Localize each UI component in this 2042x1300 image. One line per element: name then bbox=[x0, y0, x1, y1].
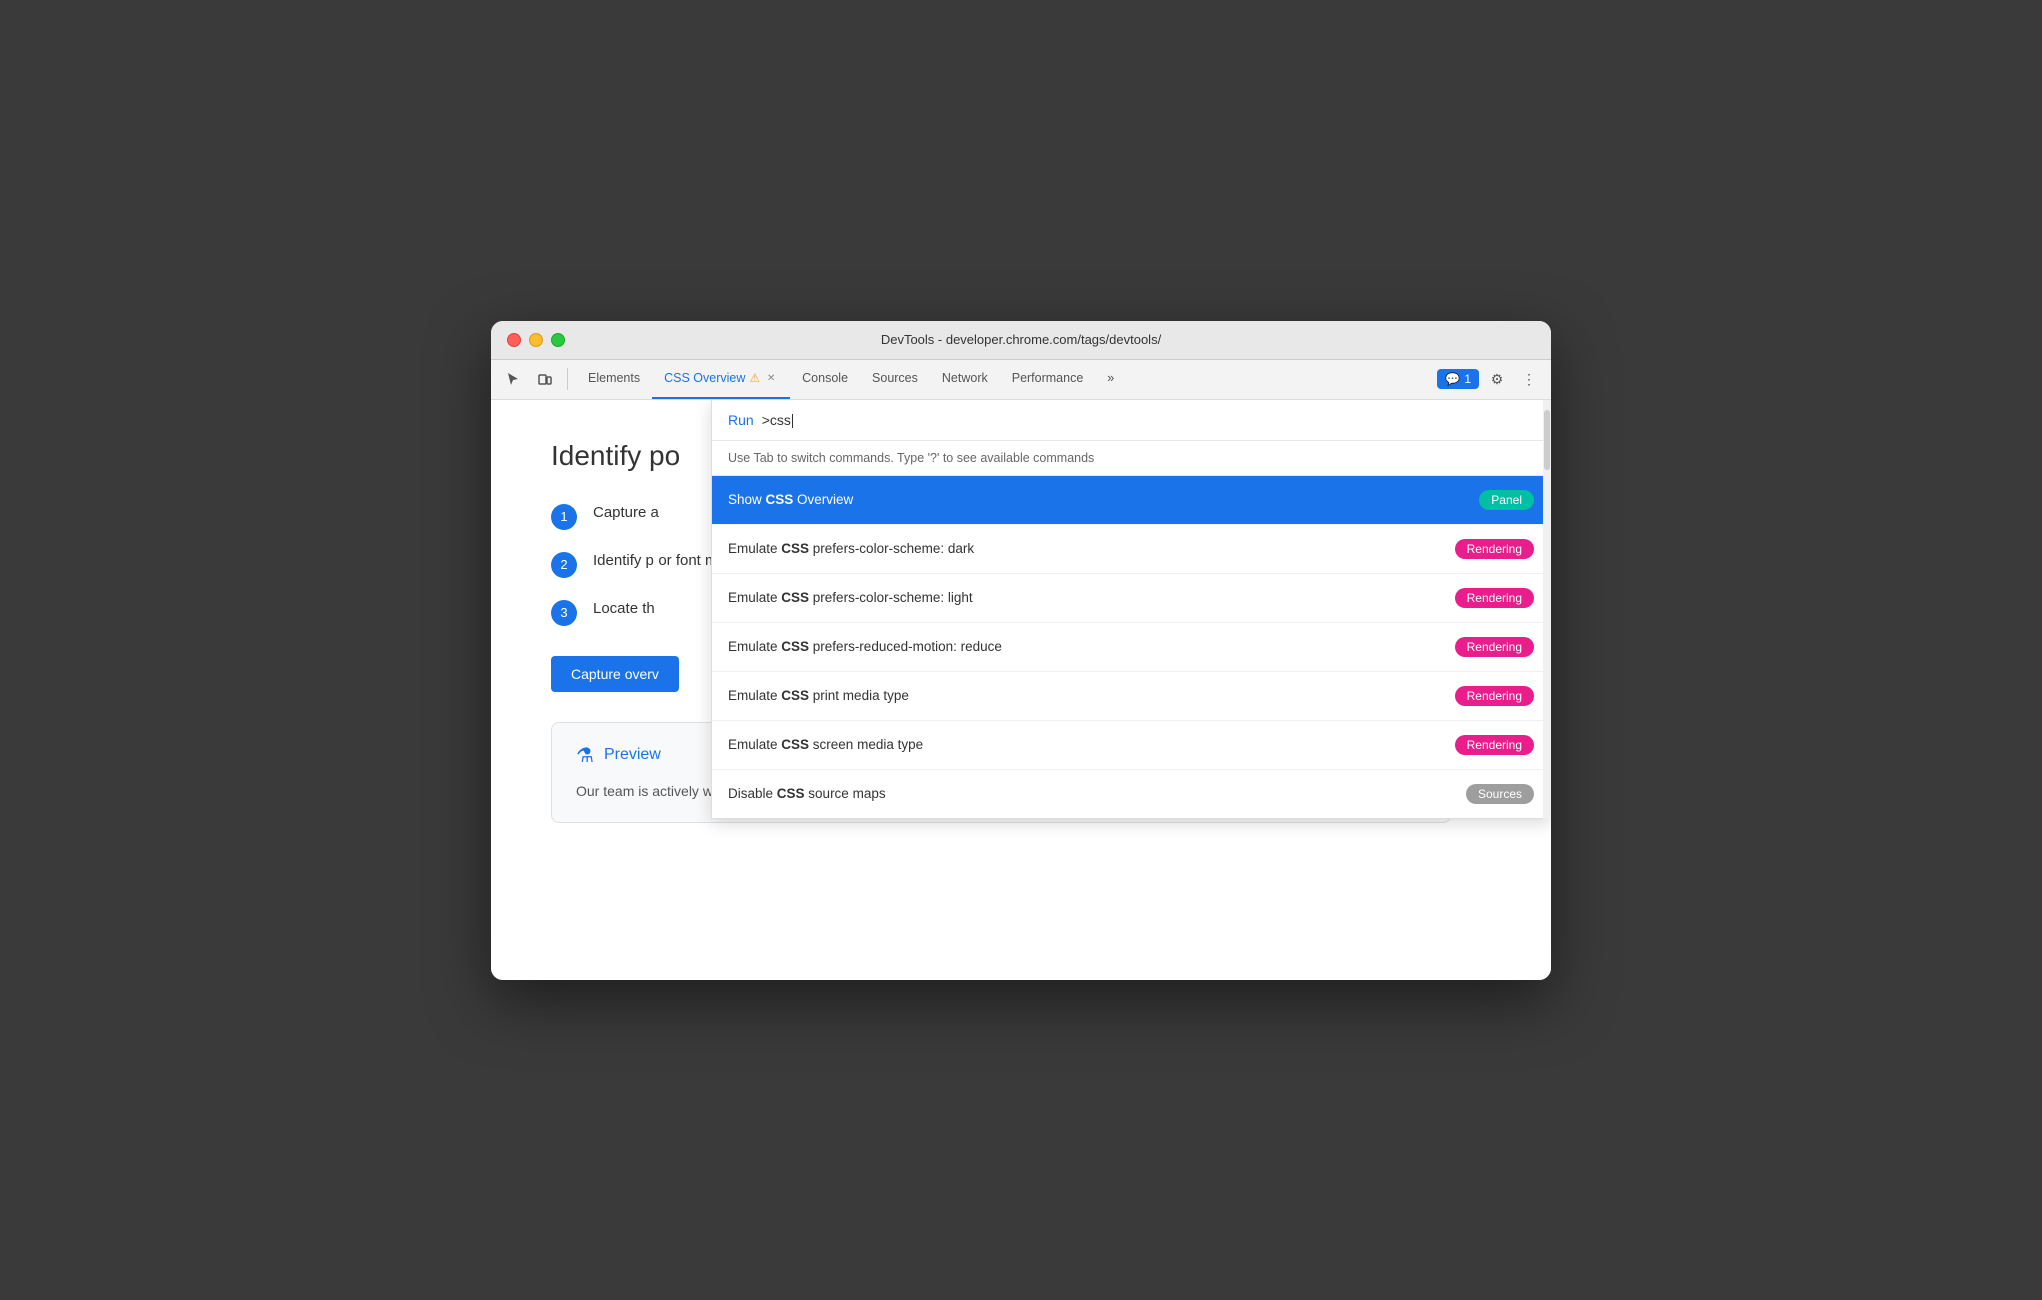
minimize-button[interactable] bbox=[529, 333, 543, 347]
step-number-2: 2 bbox=[551, 552, 577, 578]
tab-network[interactable]: Network bbox=[930, 360, 1000, 399]
title-bar: DevTools - developer.chrome.com/tags/dev… bbox=[491, 321, 1551, 360]
main-content: Identify po 1 Capture a 2 Identify p or … bbox=[491, 400, 1551, 980]
tab-css-overview[interactable]: CSS Overview ⚠ ✕ bbox=[652, 360, 790, 399]
close-button[interactable] bbox=[507, 333, 521, 347]
command-item-emulate-print[interactable]: Emulate CSS print media type Rendering bbox=[712, 672, 1550, 721]
step-number-1: 1 bbox=[551, 504, 577, 530]
command-list: Show CSS Overview Panel Emulate CSS pref… bbox=[712, 476, 1550, 818]
toolbar-right: 💬 1 ⚙ ⋮ bbox=[1437, 365, 1543, 393]
step-text-3: Locate th bbox=[593, 598, 655, 621]
maximize-button[interactable] bbox=[551, 333, 565, 347]
command-text-6: Disable CSS source maps bbox=[728, 786, 1466, 801]
command-text-2: Emulate CSS prefers-color-scheme: light bbox=[728, 590, 1455, 605]
command-text-1: Emulate CSS prefers-color-scheme: dark bbox=[728, 541, 1455, 556]
command-item-show-css-overview[interactable]: Show CSS Overview Panel bbox=[712, 476, 1550, 525]
more-options-icon[interactable]: ⋮ bbox=[1515, 365, 1543, 393]
traffic-lights bbox=[507, 333, 565, 347]
command-text-5: Emulate CSS screen media type bbox=[728, 737, 1455, 752]
flask-icon: ⚗ bbox=[576, 743, 594, 768]
badge-rendering-2: Rendering bbox=[1455, 588, 1534, 608]
preview-label: Preview bbox=[604, 746, 661, 764]
capture-overview-button[interactable]: Capture overv bbox=[551, 656, 679, 692]
devtools-toolbar: Elements CSS Overview ⚠ ✕ Console Source… bbox=[491, 360, 1551, 400]
chat-icon: 💬 bbox=[1445, 372, 1460, 386]
command-item-disable-source-maps[interactable]: Disable CSS source maps Sources bbox=[712, 770, 1550, 818]
badge-sources-6: Sources bbox=[1466, 784, 1534, 804]
command-overlay: Run >css Use Tab to switch commands. Typ… bbox=[711, 400, 1551, 819]
window-title: DevTools - developer.chrome.com/tags/dev… bbox=[881, 332, 1161, 347]
scrollbar-thumb bbox=[1544, 410, 1550, 470]
command-hint: Use Tab to switch commands. Type '?' to … bbox=[712, 441, 1550, 476]
badge-rendering-4: Rendering bbox=[1455, 686, 1534, 706]
tab-more[interactable]: » bbox=[1095, 360, 1126, 399]
run-label: Run bbox=[728, 412, 754, 428]
command-item-emulate-light[interactable]: Emulate CSS prefers-color-scheme: light … bbox=[712, 574, 1550, 623]
step-text-1: Capture a bbox=[593, 502, 659, 525]
tab-performance[interactable]: Performance bbox=[1000, 360, 1096, 399]
command-item-emulate-screen[interactable]: Emulate CSS screen media type Rendering bbox=[712, 721, 1550, 770]
scrollbar-track[interactable] bbox=[1543, 400, 1551, 819]
settings-icon[interactable]: ⚙ bbox=[1483, 365, 1511, 393]
browser-window: DevTools - developer.chrome.com/tags/dev… bbox=[491, 321, 1551, 980]
command-text-3: Emulate CSS prefers-reduced-motion: redu… bbox=[728, 639, 1455, 654]
command-text-0: Show CSS Overview bbox=[728, 492, 1479, 507]
text-cursor bbox=[792, 414, 793, 428]
step-text-2: Identify p bbox=[593, 552, 654, 569]
tab-list: Elements CSS Overview ⚠ ✕ Console Source… bbox=[576, 360, 1433, 399]
device-toggle-icon[interactable] bbox=[531, 365, 559, 393]
badge-rendering-1: Rendering bbox=[1455, 539, 1534, 559]
badge-panel-0: Panel bbox=[1479, 490, 1534, 510]
tab-warn-icon: ⚠ bbox=[749, 371, 760, 385]
tab-sources[interactable]: Sources bbox=[860, 360, 930, 399]
badge-rendering-3: Rendering bbox=[1455, 637, 1534, 657]
command-text-4: Emulate CSS print media type bbox=[728, 688, 1455, 703]
cursor-icon[interactable] bbox=[499, 365, 527, 393]
tab-console[interactable]: Console bbox=[790, 360, 860, 399]
step-number-3: 3 bbox=[551, 600, 577, 626]
command-palette: Run >css Use Tab to switch commands. Typ… bbox=[711, 400, 1551, 819]
command-item-emulate-reduced-motion[interactable]: Emulate CSS prefers-reduced-motion: redu… bbox=[712, 623, 1550, 672]
command-input[interactable]: >css bbox=[762, 412, 1534, 428]
command-item-emulate-dark[interactable]: Emulate CSS prefers-color-scheme: dark R… bbox=[712, 525, 1550, 574]
tab-elements[interactable]: Elements bbox=[576, 360, 652, 399]
tab-close-icon[interactable]: ✕ bbox=[764, 371, 778, 385]
notifications-button[interactable]: 💬 1 bbox=[1437, 369, 1479, 389]
badge-rendering-5: Rendering bbox=[1455, 735, 1534, 755]
command-input-row: Run >css bbox=[712, 400, 1550, 441]
toolbar-divider-1 bbox=[567, 368, 568, 390]
